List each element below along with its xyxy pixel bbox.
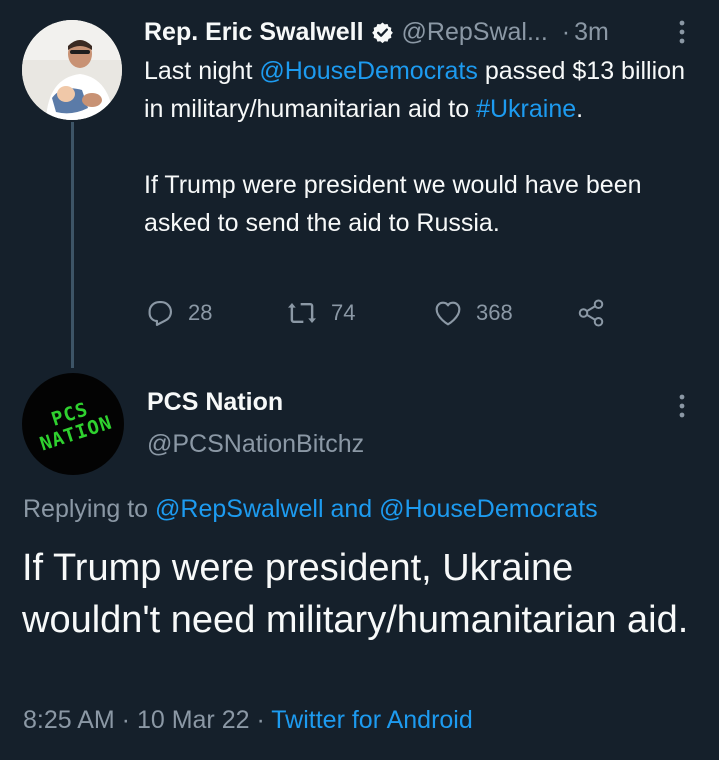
- tweet-date[interactable]: 10 Mar 22: [137, 706, 250, 734]
- tweet-paragraph-2: If Trump were president we would have be…: [144, 171, 642, 237]
- replying-and: and: [323, 495, 380, 523]
- reply-button[interactable]: 28: [144, 293, 212, 333]
- meta-separator: ·: [114, 706, 137, 734]
- like-count: 368: [476, 300, 513, 325]
- author-handle[interactable]: @RepSwal...: [402, 18, 548, 47]
- header-separator: ·: [561, 17, 571, 46]
- retweet-count: 74: [331, 300, 356, 325]
- replying-prefix: Replying to: [23, 495, 156, 523]
- share-button[interactable]: [576, 293, 606, 333]
- tweet-header: Rep. Eric Swalwell @RepSwal... · 3m: [144, 14, 609, 50]
- like-button[interactable]: 368: [432, 293, 513, 333]
- tweet-source[interactable]: Twitter for Android: [271, 706, 472, 734]
- retweet-button[interactable]: 74: [285, 293, 355, 333]
- hashtag-link[interactable]: #Ukraine: [476, 95, 576, 123]
- share-icon: [578, 299, 604, 327]
- reply-tweet-text: If Trump were president, Ukraine wouldn'…: [22, 547, 689, 641]
- reply-count: 28: [188, 300, 213, 325]
- reply-author-handle[interactable]: @PCSNationBitchz: [147, 430, 364, 459]
- reply-author-name[interactable]: PCS Nation: [147, 388, 283, 417]
- replying-mention-2[interactable]: @HouseDemocrats: [379, 495, 598, 523]
- meta-separator: ·: [249, 706, 272, 734]
- reply-author-avatar[interactable]: PCS NATION: [22, 373, 124, 475]
- tweet-timestamp[interactable]: 3m: [574, 18, 609, 47]
- more-options-icon[interactable]: [670, 14, 694, 50]
- tweet-paragraph-1: Last night @HouseDemocrats passed $13 bi…: [144, 52, 704, 128]
- heart-icon: [435, 301, 461, 326]
- replying-mention-1[interactable]: @RepSwalwell: [155, 495, 324, 523]
- author-name[interactable]: Rep. Eric Swalwell: [144, 18, 364, 47]
- avatar-photo: [22, 20, 122, 120]
- tweet-time[interactable]: 8:25 AM: [23, 706, 115, 734]
- reply-icon: [148, 301, 172, 326]
- tweet-text: Last night @HouseDemocrats passed $13 bi…: [144, 52, 704, 242]
- mention-link[interactable]: @HouseDemocrats: [259, 57, 478, 85]
- tweet-text-segment: Last night: [144, 57, 260, 85]
- pcs-nation-logo: PCS NATION: [22, 373, 124, 475]
- tweet-metadata: 8:25 AM · 10 Mar 22 · Twitter for Androi…: [23, 706, 473, 735]
- tweet-text-segment: .: [576, 95, 584, 123]
- verified-badge-icon: [371, 21, 394, 44]
- author-avatar[interactable]: [22, 20, 122, 120]
- more-options-icon[interactable]: [670, 388, 694, 424]
- retweet-icon: [288, 303, 316, 323]
- thread-connector-line: [71, 122, 74, 368]
- tweet-action-bar: 28 74 368: [144, 293, 624, 333]
- replying-to-line: Replying to @RepSwalwell and @HouseDemoc…: [23, 495, 598, 524]
